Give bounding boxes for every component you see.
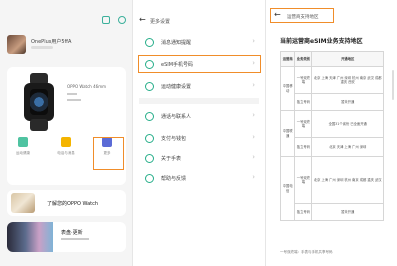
device-status-line bbox=[67, 93, 77, 95]
settings-item-label: 关于手表 bbox=[161, 156, 182, 162]
column-header: 运营商 bbox=[279, 51, 296, 67]
tile-label: 电话与消息 bbox=[57, 151, 75, 155]
regions-cell: 北京 上海 广州 深圳 杭州 南京 成都 重庆 武汉 bbox=[311, 156, 384, 204]
support-heading: 当前运营商eSIM业务支持地区 bbox=[280, 38, 363, 45]
chevron-right-icon: › bbox=[252, 133, 255, 141]
user-subtitle-placeholder bbox=[31, 46, 53, 49]
column-header: 业务类别 bbox=[294, 51, 313, 67]
watch-strap-bottom bbox=[30, 119, 48, 131]
page-title: 更多设置 bbox=[150, 19, 171, 25]
footnote: 一号双终端：手表与手机共享号码 bbox=[280, 250, 333, 254]
chevron-right-icon: › bbox=[252, 81, 255, 89]
tile-phone[interactable]: 电话与消息 bbox=[54, 137, 78, 156]
highlight-more-tile bbox=[93, 137, 124, 170]
watchfaces-banner bbox=[7, 222, 53, 252]
regions-cell: 全国31个省份 已全面开通 bbox=[311, 110, 384, 138]
chevron-right-icon: › bbox=[252, 37, 255, 45]
home-toolbar bbox=[102, 16, 126, 24]
settings-item-label: 支付与钱包 bbox=[161, 136, 187, 142]
add-device-icon[interactable] bbox=[118, 16, 126, 24]
type-cell: 独立号码 bbox=[294, 93, 313, 111]
avatar[interactable] bbox=[7, 35, 26, 54]
wallet-icon bbox=[145, 134, 154, 143]
settings-item-calls[interactable]: 通话与联系人 › bbox=[139, 108, 259, 124]
help-icon bbox=[145, 174, 154, 183]
regions-cell: 北京 天津 上海 广州 深圳 bbox=[311, 137, 384, 157]
contact-icon bbox=[145, 112, 154, 121]
phone-icon bbox=[61, 137, 71, 147]
promo-subtitle-placeholder bbox=[61, 238, 89, 240]
settings-item-help[interactable]: 帮助与反馈 › bbox=[139, 170, 259, 186]
device-name: OPPO Watch 46mm bbox=[67, 84, 106, 89]
type-cell: 一号双终端 bbox=[294, 110, 313, 138]
type-cell: 独立号码 bbox=[294, 137, 313, 157]
regions-cell: 北京 上海 天津 广州 深圳 杭州 南京 武汉 成都 重庆 西安 bbox=[311, 66, 384, 94]
promo-watchfaces[interactable]: 表盘·更新 bbox=[7, 222, 126, 252]
promo-watch-guide[interactable]: 了解您的OPPO Watch bbox=[7, 190, 126, 216]
bell-icon bbox=[145, 38, 154, 47]
settings-item-label: 帮助与反馈 bbox=[161, 176, 187, 182]
scan-icon[interactable] bbox=[102, 16, 110, 24]
carrier-support-panel: ← 运营商支持地区 当前运营商eSIM业务支持地区 运营商 业务类别 开通地区 … bbox=[266, 0, 397, 266]
chevron-right-icon: › bbox=[252, 111, 255, 119]
health-icon bbox=[18, 137, 28, 147]
user-name: OnePlus用户5ffA bbox=[31, 39, 72, 45]
table-row: 中国移动 一号双终端 北京 上海 天津 广州 深圳 杭州 南京 武汉 成都 重庆… bbox=[279, 66, 384, 111]
table-row: 中国电信 一号双终端 北京 上海 广州 深圳 杭州 南京 成都 重庆 武汉 bbox=[279, 156, 384, 221]
settings-item-wallet[interactable]: 支付与钱包 › bbox=[139, 130, 259, 146]
table-row: 独立号码 北京 天津 上海 广州 深圳 bbox=[281, 137, 384, 157]
settings-item-label: 运动健康设置 bbox=[161, 84, 192, 90]
back-arrow-icon[interactable]: ← bbox=[139, 16, 146, 24]
tile-health[interactable]: 运动健康 bbox=[11, 137, 35, 156]
type-cell: 一号双终端 bbox=[294, 156, 313, 204]
table-row: 中国联通 一号双终端 全国31个省份 已全面开通 bbox=[279, 110, 384, 157]
device-battery-line bbox=[67, 99, 81, 101]
column-header: 开通地区 bbox=[311, 51, 384, 67]
carrier-cell: 中国电信 bbox=[279, 156, 296, 221]
tile-label: 运动健康 bbox=[16, 151, 30, 155]
regions-cell: 暂未开通 bbox=[311, 93, 384, 111]
watch-thumbnail bbox=[11, 193, 35, 213]
carrier-table: 运营商 业务类别 开通地区 中国移动 一号双终端 北京 上海 天津 广州 深圳 … bbox=[279, 51, 384, 221]
type-cell: 独立号码 bbox=[294, 203, 313, 221]
watch-image bbox=[21, 73, 57, 131]
carrier-cell: 中国移动 bbox=[279, 66, 296, 111]
highlight-page-title bbox=[270, 8, 334, 23]
settings-item-sports[interactable]: 运动健康设置 › bbox=[139, 78, 259, 94]
section-separator bbox=[139, 98, 259, 104]
promo-title: 了解您的OPPO Watch bbox=[47, 201, 99, 207]
watch-body bbox=[24, 83, 54, 121]
regions-cell: 暂未开通 bbox=[311, 203, 384, 221]
info-icon bbox=[145, 154, 154, 163]
settings-item-label: 消息通知提醒 bbox=[161, 40, 192, 46]
chevron-right-icon: › bbox=[252, 153, 255, 161]
highlight-esim-row bbox=[138, 55, 261, 73]
home-panel: OnePlus用户5ffA OPPO Watch 46mm 运动健康 电话与消息… bbox=[0, 0, 132, 266]
promo-title: 表盘·更新 bbox=[61, 230, 83, 236]
settings-panel: ← 更多设置 消息通知提醒 › eSIM手机号码 › 运动健康设置 › 通话与联… bbox=[133, 0, 265, 266]
settings-item-notifications[interactable]: 消息通知提醒 › bbox=[139, 34, 259, 50]
table-row: 独立号码 暂未开通 bbox=[281, 93, 384, 111]
settings-item-about[interactable]: 关于手表 › bbox=[139, 150, 259, 166]
scrollbar[interactable] bbox=[392, 70, 394, 100]
table-row: 独立号码 暂未开通 bbox=[281, 203, 384, 221]
carrier-cell: 中国联通 bbox=[279, 110, 296, 157]
table-header-row: 运营商 业务类别 开通地区 bbox=[279, 51, 384, 67]
chevron-right-icon: › bbox=[252, 173, 255, 181]
settings-item-label: 通话与联系人 bbox=[161, 114, 192, 120]
run-icon bbox=[145, 82, 154, 91]
type-cell: 一号双终端 bbox=[294, 66, 313, 94]
watch-screen bbox=[30, 89, 48, 115]
